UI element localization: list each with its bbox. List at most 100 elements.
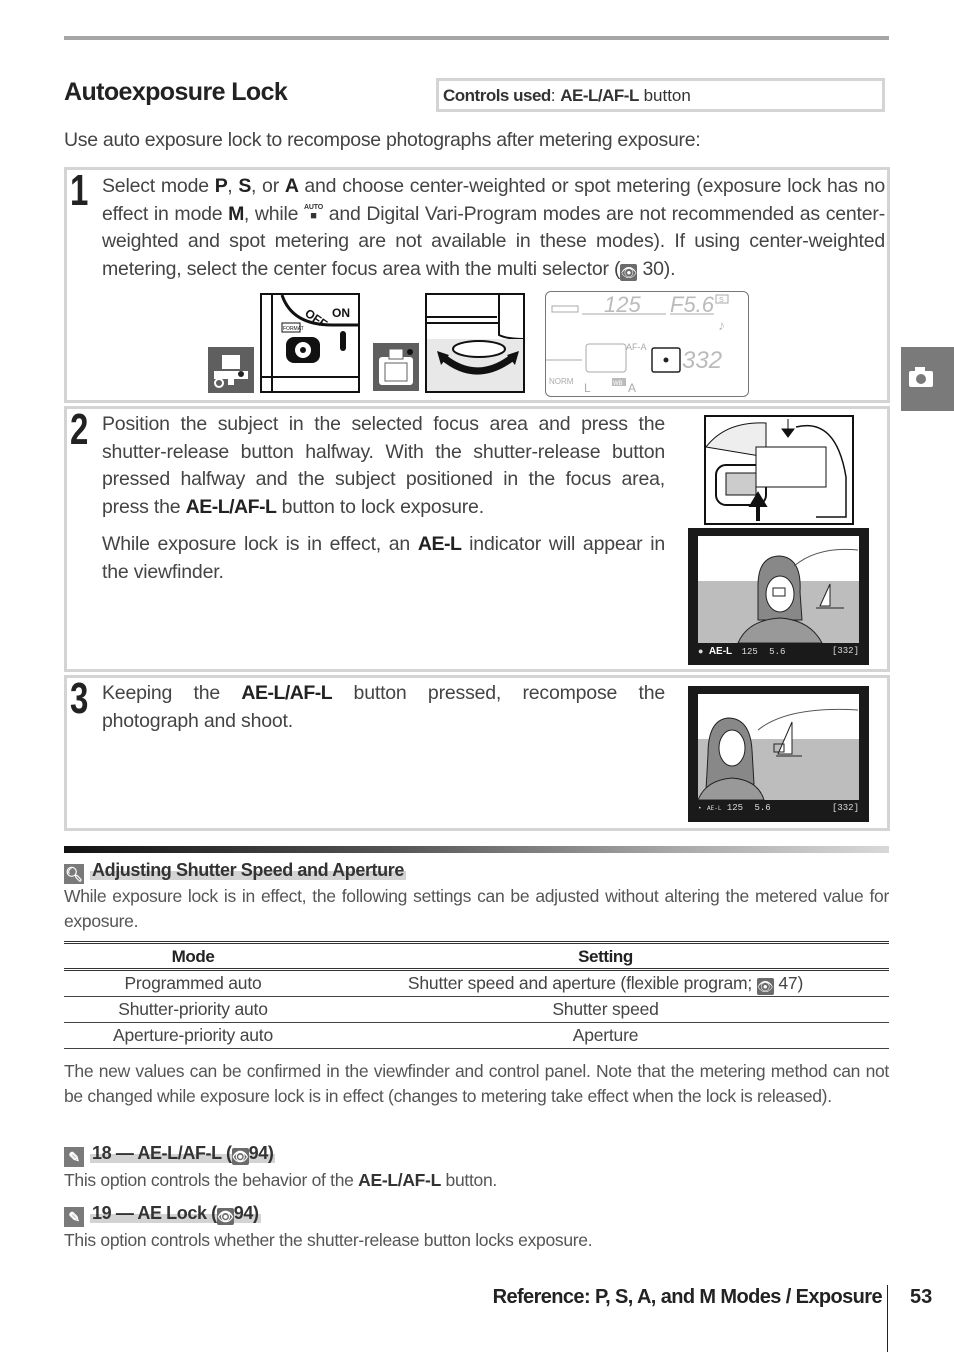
text-run: ,	[227, 175, 239, 197]
tip-magnifier-icon: 🔍︎	[64, 864, 84, 884]
row-setting: Shutter speed and aperture (flexible pro…	[322, 969, 889, 997]
pencil-icon: ✎	[64, 1147, 84, 1167]
step-3: 3 Keeping the AE-L/AF-L button pressed, …	[64, 674, 890, 831]
intro-text: Use auto exposure lock to recompose phot…	[64, 129, 701, 151]
viewfinder-figure-aell: ● AE-L 125 5.6 [332]	[688, 528, 869, 665]
text-run: , or	[250, 175, 285, 197]
viewfinder-readout: • AE-L 125 5.6 [332]	[698, 803, 859, 819]
bold-term: M	[228, 202, 244, 225]
panel-wb-label: WB	[613, 381, 623, 387]
cs18-desc-pre: This option controls the behavior of the	[64, 1170, 359, 1190]
off-label: OFF	[302, 306, 330, 331]
table-row: Shutter-priority auto Shutter speed	[64, 996, 889, 1023]
text-run: button to lock exposure.	[276, 495, 484, 518]
page-ref[interactable]: 47	[778, 973, 797, 993]
panel-wb: A	[628, 381, 636, 395]
bold-term: A	[284, 175, 299, 197]
step-1-text: Select mode P, S, or A and choose center…	[102, 173, 885, 283]
pencil-icon: ✎	[64, 1207, 84, 1227]
tip-after-text: The new values can be confirmed in the v…	[64, 1061, 889, 1106]
custom-setting-18-desc: This option controls the behavior of the…	[64, 1168, 497, 1193]
step-2-para-2: While exposure lock is in effect, an AE-…	[102, 531, 665, 586]
custom-setting-19-heading: ✎ 19 — AE Lock (👁︎94)	[64, 1203, 261, 1227]
step-number: 1	[70, 166, 88, 215]
metering-icon	[373, 343, 419, 391]
vf-aperture: 5.6	[754, 803, 771, 813]
viewfinder-scene	[698, 694, 859, 800]
bold-term: S	[238, 175, 251, 197]
page-ref-icon: 👁︎	[231, 1148, 249, 1165]
side-tab-camera[interactable]	[901, 347, 954, 411]
step-1: 1 Select mode P, S, or A and choose cent…	[64, 166, 890, 403]
table-row: Programmed auto Shutter speed and apertu…	[64, 969, 889, 997]
page-title: Autoexposure Lock	[64, 78, 288, 106]
cs19-ref[interactable]: 94	[234, 1203, 254, 1223]
tip-heading: 🔍︎ Adjusting Shutter Speed and Aperture	[64, 860, 406, 884]
cs18-close: )	[267, 1143, 274, 1163]
page-ref[interactable]: 👁︎ 30	[620, 258, 664, 281]
text-run: Select mode	[102, 175, 215, 197]
svg-text:♪: ♪	[718, 317, 725, 333]
row-mode: Programmed auto	[64, 969, 322, 997]
col-mode: Mode	[64, 941, 322, 971]
table-header-row: Mode Setting	[64, 941, 889, 971]
bold-term: AE-L	[417, 533, 462, 555]
aell-indicator: AE-L	[708, 646, 733, 657]
controls-used-box: Controls used: AE-L/AF-L button	[436, 78, 885, 112]
tip-title: Adjusting Shutter Speed and Aperture	[90, 860, 406, 880]
vf-dot: •	[698, 805, 702, 812]
vf-shutter: 125	[741, 647, 758, 657]
step-2: 2 Position the subject in the selected f…	[64, 405, 890, 672]
table-row: Aperture-priority auto Aperture	[64, 1022, 889, 1049]
cs18-title: 18 — AE-L/AF-L (	[92, 1143, 232, 1163]
cs18-ref[interactable]: 94	[249, 1143, 269, 1163]
custom-setting-19-desc: This option controls whether the shutter…	[64, 1230, 593, 1250]
row-mode: Aperture-priority auto	[64, 1022, 322, 1049]
page-ref-icon: 👁︎	[620, 263, 638, 281]
shutter-press-figure	[704, 415, 854, 525]
mode-dial-icon	[208, 347, 254, 393]
top-rule	[64, 36, 889, 40]
controls-suffix: button	[638, 86, 691, 105]
custom-setting-18-heading: ✎ 18 — AE-L/AF-L (👁︎94)	[64, 1143, 276, 1167]
step-2-para-1: Position the subject in the selected foc…	[102, 411, 665, 521]
setting-suffix: )	[797, 972, 804, 993]
controls-button: AE-L/AF-L	[560, 86, 639, 105]
tip-body: While exposure lock is in effect, the fo…	[64, 886, 889, 931]
panel-frames: 332	[682, 347, 722, 374]
panel-af-mode: AF-A	[626, 342, 647, 352]
page-ref-icon: 👁︎	[756, 977, 774, 995]
page-ref-icon: 👁︎	[216, 1208, 234, 1225]
modes-table: Mode Setting Programmed auto Shutter spe…	[64, 941, 889, 1049]
step-number: 3	[70, 674, 88, 723]
tip-rule	[64, 846, 889, 853]
step-3-text: Keeping the AE-L/AF-L button pressed, re…	[102, 680, 665, 735]
auto-mode-icon: AUTO ■	[304, 203, 323, 222]
col-setting: Setting	[322, 941, 889, 971]
panel-shutter: 125	[604, 292, 641, 317]
row-setting: Shutter speed	[322, 996, 889, 1023]
aell-dot: ●	[698, 647, 704, 657]
panel-mode: S	[719, 297, 724, 304]
cs18-desc-bold: AE-L/AF-L	[358, 1170, 441, 1190]
bold-term: P	[214, 175, 228, 197]
controls-sep: :	[550, 86, 561, 105]
row-mode: Shutter-priority auto	[64, 996, 322, 1023]
viewfinder-figure-recompose: • AE-L 125 5.6 [332]	[688, 686, 869, 822]
cs19-close: )	[253, 1203, 259, 1223]
vf-aperture: 5.6	[769, 647, 786, 657]
row-setting: Aperture	[322, 1022, 889, 1049]
vf-shutter: 125	[726, 803, 744, 813]
viewfinder-readout: ● AE-L 125 5.6 [332]	[698, 646, 859, 662]
cs18-desc-post: button.	[440, 1170, 498, 1190]
bold-term: AE-L/AF-L	[185, 495, 277, 518]
panel-quality: NORM	[549, 377, 574, 386]
text-run: While exposure lock is in effect, an	[102, 533, 418, 555]
bold-term: AE-L/AF-L	[241, 682, 333, 704]
controls-label: Controls used	[443, 86, 551, 105]
camera-icon	[909, 367, 933, 387]
setting-text: Shutter speed and aperture (flexible pro…	[407, 972, 757, 993]
vf-frames: [332]	[831, 646, 859, 656]
panel-aperture: F5.6	[670, 292, 715, 317]
vf-indicator-small: AE-L	[707, 805, 722, 812]
